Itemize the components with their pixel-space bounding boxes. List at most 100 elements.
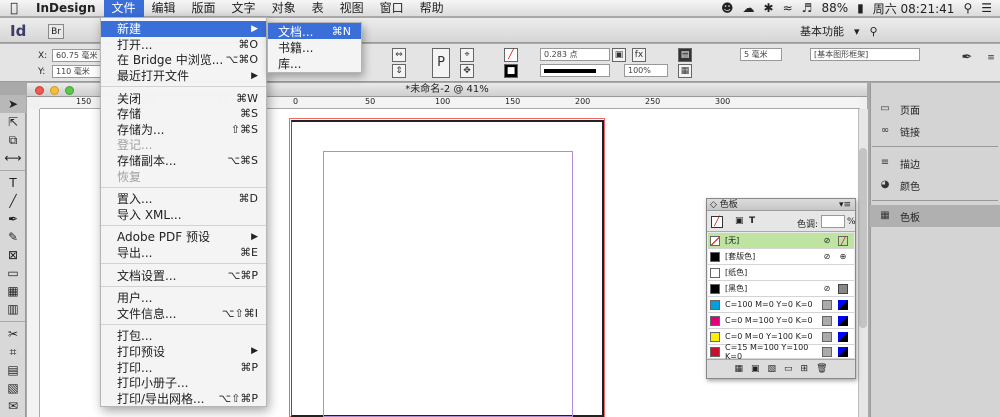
file-menu-item-0[interactable]: 新建 ▶ [101,21,266,37]
grid-tool-icon[interactable]: ▦ [0,282,26,300]
page-tool-icon[interactable]: ⧉ [0,131,26,149]
selection-tool-icon[interactable]: ➤ [0,95,26,113]
menu-file[interactable]: 文件 [103,0,144,17]
clock[interactable]: 周六 08:21:41 [873,0,955,17]
menu-window[interactable]: 窗口 [372,0,412,17]
menu-object[interactable]: 对象 [264,0,304,17]
file-menu-item-27[interactable]: 打印/导出网格... ⌥⇧⌘P [101,390,266,406]
file-menu-item-13[interactable]: 导入 XML... [101,207,266,223]
line-tool-icon[interactable]: ╱ [0,192,26,210]
select-content-icon[interactable]: ✥ [460,64,474,78]
effects-icon[interactable]: fx [632,48,646,62]
swatch-row[interactable]: [黑色] ⊘ [708,281,854,297]
file-menu-item-9[interactable]: 存储副本... ⌥⌘S [101,153,266,169]
stroke-weight-field[interactable]: 0.283 点 [540,48,610,61]
delete-swatch-icon[interactable]: 🗑 [816,364,827,374]
file-menu-item-21[interactable]: 文件信息... ⌥⇧⌘I [101,306,266,322]
cloud-icon[interactable]: ☁ [743,1,755,15]
gap-tool-icon[interactable]: ⟷ [0,149,26,167]
battery-text[interactable]: 88% [821,1,848,15]
dock-item-swatches[interactable]: ▦ 色板 [870,205,1000,227]
workspace-switcher[interactable]: 基本功能 ▾ ⚲ [800,23,878,39]
file-menu-item-20[interactable]: 用户... [101,290,266,306]
flip-horizontal-icon[interactable]: ⇔ [392,48,406,62]
menu-edit[interactable]: 编辑 [144,0,184,17]
gradient-tool-icon[interactable]: ▤ [0,361,26,379]
direct-selection-tool-icon[interactable]: ⇱ [0,113,26,131]
file-menu-item-12[interactable]: 置入... ⌘D [101,191,266,207]
file-menu-item-25[interactable]: 打印... ⌘P [101,359,266,375]
file-menu-item-24[interactable]: 打印预设 ▶ [101,344,266,360]
zoom-window-icon[interactable] [65,86,74,95]
text-icon[interactable]: T [749,216,755,226]
show-color-icon[interactable]: ▣ [751,364,760,374]
select-container-icon[interactable]: ⌖ [460,48,474,62]
file-menu-item-5[interactable]: 关闭 ⌘W [101,90,266,106]
battery-icon[interactable]: ▮ [857,1,864,15]
new-submenu-item-1[interactable]: 书籍... [268,39,361,55]
bluetooth-icon[interactable]: ✱ [764,1,774,15]
swatches-panel-header[interactable]: ◇ 色板 ▾≡ [707,199,855,211]
fill-stroke-icon[interactable]: ╱ [711,216,723,228]
stroke-type-select[interactable] [540,64,610,77]
file-menu-item-26[interactable]: 打印小册子... [101,375,266,391]
bridge-button[interactable]: Br [48,24,64,39]
pencil-tool-icon[interactable]: ✎ [0,228,26,246]
file-menu-item-15[interactable]: Adobe PDF 预设 ▶ [101,229,266,245]
stroke-swatch-icon[interactable]: ■ [504,64,518,78]
menu-layout[interactable]: 版面 [184,0,224,17]
menu-help[interactable]: 帮助 [412,0,452,17]
file-menu-item-18[interactable]: 文档设置... ⌥⌘P [101,267,266,283]
file-menu-item-6[interactable]: 存储 ⌘S [101,106,266,122]
reference-p-icon[interactable]: P [432,48,450,78]
type-tool-icon[interactable]: T [0,174,26,192]
apple-icon[interactable]:  [0,1,28,16]
swatch-row[interactable]: C=15 M=100 Y=100 K=0 [708,343,854,361]
dock-item-stroke[interactable]: ≡ 描边 [870,152,1000,174]
menu-type[interactable]: 文字 [224,0,264,17]
new-group-icon[interactable]: ▭ [784,364,793,374]
swatch-row[interactable]: [纸色] [708,265,854,281]
opacity-field[interactable]: 100% [624,64,668,77]
qq-icon[interactable]: ☻ [721,1,734,15]
gradient-feather-tool-icon[interactable]: ▧ [0,379,26,397]
scrollbar-thumb[interactable] [859,148,867,328]
measure-field[interactable]: 5 毫米 [740,48,782,61]
show-all-icon[interactable]: ▦ [734,364,743,374]
swatch-row[interactable]: [无] ⊘ ╱ [708,233,854,249]
file-menu-item-16[interactable]: 导出... ⌘E [101,245,266,261]
file-menu-item-3[interactable]: 最近打开文件 ▶ [101,68,266,84]
panel-menu-icon[interactable]: ≡ [984,52,998,66]
frame-grid-tool-icon[interactable]: ▥ [0,300,26,318]
notification-icon[interactable]: ☰ [981,1,992,15]
app-menu[interactable]: InDesign [28,0,104,17]
swatch-row[interactable]: [套版色] ⊘ ⊕ [708,249,854,265]
search-icon[interactable]: ⚲ [870,25,878,38]
container-icon[interactable]: ▣ [735,216,744,226]
fill-swatch-icon[interactable]: ╱ [504,48,518,62]
menu-view[interactable]: 视图 [332,0,372,17]
dock-item-pages[interactable]: ▭ 页面 [870,98,1000,120]
swatch-row[interactable]: C=0 M=100 Y=0 K=0 [708,313,854,329]
spotlight-icon[interactable]: ⚲ [963,1,972,15]
show-gradient-icon[interactable]: ▧ [768,364,777,374]
minimize-window-icon[interactable] [50,86,59,95]
file-menu-item-7[interactable]: 存储为... ⇧⌘S [101,122,266,138]
menu-table[interactable]: 表 [304,0,332,17]
new-submenu-item-2[interactable]: 库... [268,55,361,71]
collapse-icon[interactable]: ◇ [710,200,717,210]
scissors-tool-icon[interactable]: ✂ [0,325,26,343]
pen-tool-icon[interactable]: ✒ [960,51,974,66]
wifi-icon[interactable]: ≈ [783,1,793,15]
swatch-row[interactable]: C=100 M=0 Y=0 K=0 [708,297,854,313]
file-menu-item-2[interactable]: 在 Bridge 中浏览... ⌥⌘O [101,52,266,68]
rectangle-tool-icon[interactable]: ▭ [0,264,26,282]
dock-item-color[interactable]: ◕ 颜色 [870,174,1000,196]
rectangle-frame-tool-icon[interactable]: ⊠ [0,246,26,264]
dock-item-links[interactable]: ∞ 链接 [870,120,1000,142]
flip-vertical-icon[interactable]: ⇕ [392,64,406,78]
free-transform-tool-icon[interactable]: ⌗ [0,343,26,361]
note-tool-icon[interactable]: ✉ [0,397,26,415]
autofit-icon[interactable]: ▦ [678,64,692,78]
text-wrap-icon[interactable]: ▤ [678,48,692,62]
